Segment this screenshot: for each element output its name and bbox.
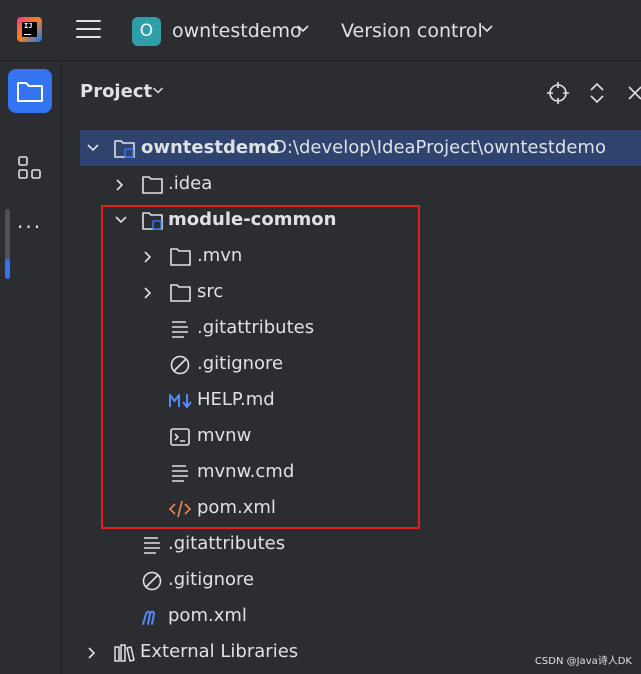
tree-row-file[interactable]: pom.xml [62, 490, 641, 526]
tree-row-file[interactable]: pom.xml [62, 598, 641, 634]
shell-file-icon [170, 428, 190, 446]
maven-icon [142, 610, 156, 625]
structure-tool-icon[interactable] [17, 155, 43, 181]
tree-row-file[interactable]: .gitattributes [62, 310, 641, 346]
tree-row-file[interactable]: mvnw.cmd [62, 454, 641, 490]
tree-label: mvnw [197, 425, 252, 446]
chevron-down-icon[interactable] [114, 214, 128, 226]
logo-text: IJ [22, 22, 37, 37]
tree-row-root[interactable]: owntestdemo D:\develop\IdeaProject\ownte… [80, 130, 641, 166]
folder-icon [170, 284, 191, 302]
tree-label: .gitignore [168, 569, 255, 590]
text-file-icon [172, 465, 188, 482]
ignore-file-icon [142, 571, 162, 591]
chevron-down-icon[interactable] [152, 86, 164, 95]
chevron-right-icon[interactable] [86, 646, 98, 660]
markdown-file-icon [169, 394, 192, 409]
chevron-down-icon[interactable] [86, 142, 100, 154]
tree-row-module[interactable]: module-common [62, 202, 641, 238]
tree-label: mvnw.cmd [197, 461, 295, 482]
tool-window-strip: ··· [0, 61, 62, 674]
module-folder-icon [142, 212, 163, 230]
chevron-right-icon[interactable] [142, 250, 154, 264]
tree-row-file[interactable]: mvnw [62, 418, 641, 454]
tree-label: .gitattributes [168, 533, 286, 554]
main-menu-button[interactable] [76, 19, 102, 41]
tree-row-folder[interactable]: .idea [62, 166, 641, 202]
strip-scrollbar[interactable] [5, 209, 10, 279]
version-control-menu[interactable]: Version control [341, 19, 483, 43]
module-folder-icon [114, 140, 135, 158]
text-file-icon [144, 537, 160, 554]
tree-row-file[interactable]: .gitattributes [62, 526, 641, 562]
library-icon [114, 644, 135, 662]
folder-icon [17, 82, 43, 102]
tree-label: .idea [168, 173, 213, 194]
title-bar: IJ O owntestdemo Version control [0, 0, 641, 61]
watermark: CSDN @Java诗人DK [534, 656, 632, 667]
tree-row-folder[interactable]: src [62, 274, 641, 310]
tree-label: .mvn [197, 245, 243, 266]
close-icon[interactable] [625, 81, 641, 105]
chevron-down-icon[interactable] [296, 24, 310, 34]
chevron-right-icon[interactable] [114, 178, 126, 192]
tree-label: .gitattributes [197, 317, 315, 338]
project-badge[interactable]: O [132, 17, 161, 46]
folder-icon [142, 176, 163, 194]
locate-icon[interactable] [546, 81, 570, 105]
tree-label: module-common [168, 209, 337, 230]
project-tool-button[interactable] [8, 69, 52, 113]
project-path: D:\develop\IdeaProject\owntestdemo [273, 137, 606, 158]
tree-row-file[interactable]: .gitignore [62, 346, 641, 382]
tree-row-file[interactable]: .gitignore [62, 562, 641, 598]
panel-title[interactable]: Project [80, 81, 152, 103]
expand-collapse-icon[interactable] [587, 81, 607, 105]
tree-label: HELP.md [197, 389, 275, 410]
ignore-file-icon [170, 355, 190, 375]
tree-label: External Libraries [140, 641, 299, 662]
chevron-down-icon[interactable] [480, 24, 494, 34]
project-panel-header: Project [62, 61, 641, 123]
tree-row-file[interactable]: HELP.md [62, 382, 641, 418]
more-tools-icon[interactable]: ··· [17, 217, 42, 237]
intellij-logo-icon[interactable]: IJ [17, 17, 42, 42]
tree-label: pom.xml [168, 605, 247, 626]
tree-row-folder[interactable]: .mvn [62, 238, 641, 274]
tree-label: src [197, 281, 224, 302]
project-switcher[interactable]: owntestdemo [172, 19, 302, 43]
folder-icon [170, 248, 191, 266]
text-file-icon [172, 321, 188, 338]
tree-label: owntestdemo [141, 137, 280, 158]
tree-label: pom.xml [197, 497, 276, 518]
tree-label: .gitignore [197, 353, 284, 374]
chevron-right-icon[interactable] [142, 286, 154, 300]
xml-file-icon [168, 500, 192, 518]
